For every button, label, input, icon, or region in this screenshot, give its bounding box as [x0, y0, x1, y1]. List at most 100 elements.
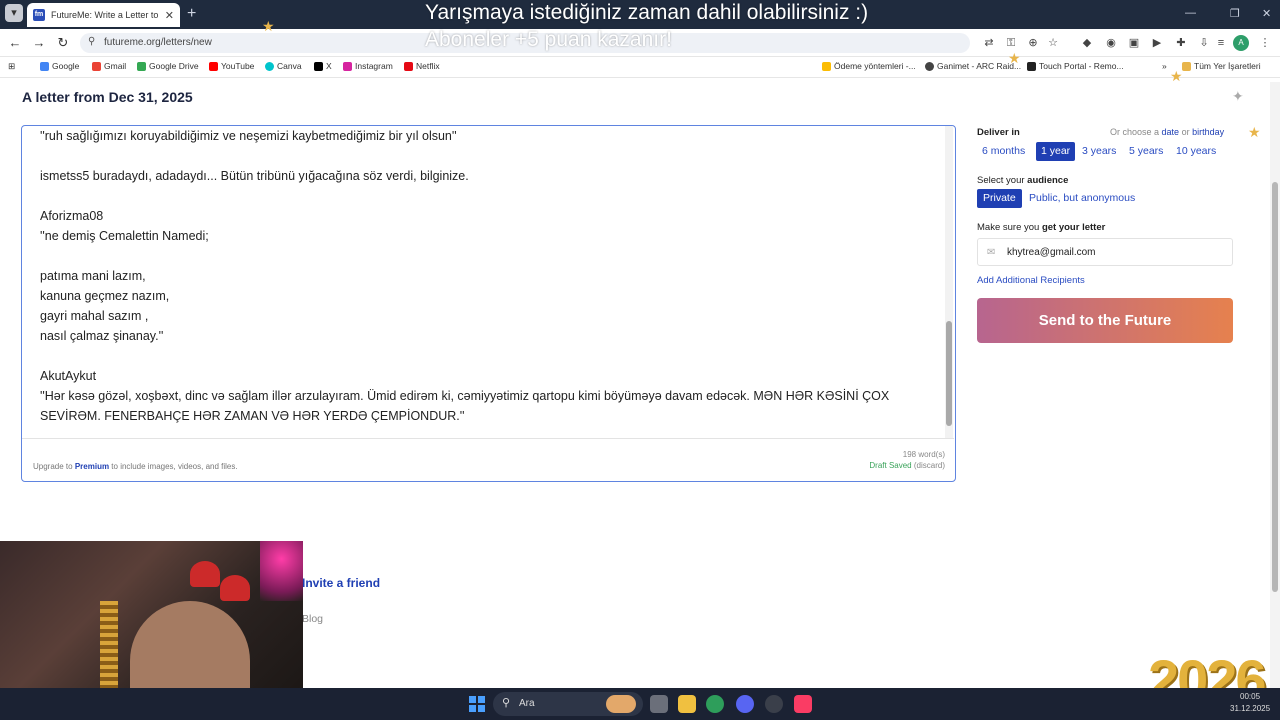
deliver-10-years[interactable]: 10 years	[1171, 142, 1221, 161]
clock-time[interactable]: 00:05	[1240, 692, 1260, 701]
bookmark-canva[interactable]: Canva	[265, 61, 302, 71]
tab-title: FutureMe: Write a Letter to the	[51, 10, 159, 20]
envelope-icon: ✉	[987, 247, 996, 258]
futureme-favicon-icon: fm	[33, 9, 45, 21]
extension-icon[interactable]: ▣	[1127, 36, 1141, 50]
bookmark-label: YouTube	[221, 61, 255, 71]
bookmark-label: Gmail	[104, 61, 127, 71]
bookmark-label: Instagram	[355, 61, 393, 71]
audience-label: Select your audience	[977, 175, 1069, 186]
bookmark-label: Google	[52, 61, 80, 71]
or-choose-prefix: Or choose a	[1110, 127, 1160, 137]
bookmark-google[interactable]: Google	[40, 61, 79, 71]
star-decoration-icon: ★	[1008, 50, 1021, 66]
taskbar: ⚲ Ara	[0, 688, 1280, 720]
zoom-icon[interactable]: ⊕	[1026, 36, 1040, 50]
steam-icon[interactable]	[765, 695, 783, 713]
choose-birthday-link[interactable]: birthday	[1192, 127, 1224, 137]
extension-icon[interactable]: ◆	[1080, 36, 1094, 50]
page-scrollbar-thumb[interactable]	[1272, 182, 1278, 592]
bookmark-gmail[interactable]: Gmail	[92, 61, 126, 71]
bookmark-label: Ödeme yöntemleri -...	[834, 61, 916, 71]
letter-textarea[interactable]: ''ruh sağlığımızı koruyabildiğimiz ve ne…	[40, 126, 940, 426]
file-explorer-icon[interactable]	[678, 695, 696, 713]
site-info-icon[interactable]: ⚲	[88, 36, 95, 47]
editor-divider	[22, 438, 954, 439]
invite-friend-link[interactable]: Invite a friend	[302, 576, 380, 590]
bookmark-touch-portal[interactable]: Touch Portal - Remo...	[1027, 61, 1124, 71]
url-text[interactable]: futureme.org/letters/new	[104, 37, 212, 48]
tab-search-icon[interactable]: ▾	[5, 4, 23, 22]
add-recipients-link[interactable]: Add Additional Recipients	[977, 275, 1085, 286]
bookmark-x[interactable]: X	[314, 61, 332, 71]
bookmark-star-icon[interactable]: ☆	[1046, 36, 1060, 50]
santa-hat-icon	[190, 561, 220, 587]
forward-icon[interactable]: →	[30, 34, 48, 52]
reload-icon[interactable]: ↻	[54, 34, 72, 52]
editor-scrollbar[interactable]	[945, 126, 953, 438]
password-key-icon[interactable]: ⚿	[1004, 36, 1018, 50]
more-bookmarks-icon[interactable]: »	[1162, 61, 1167, 71]
discord-icon[interactable]	[736, 695, 754, 713]
deliver-3-years[interactable]: 3 years	[1077, 142, 1121, 161]
minimize-icon[interactable]: —	[1185, 7, 1196, 19]
letter-editor[interactable]: ''ruh sağlığımızı koruyabildiğimiz ve ne…	[21, 125, 956, 482]
music-icon[interactable]	[794, 695, 812, 713]
task-view-icon[interactable]	[650, 695, 668, 713]
close-window-icon[interactable]: ✕	[1262, 7, 1271, 20]
extension-icon[interactable]: ◉	[1104, 36, 1118, 50]
choose-date-link[interactable]: date	[1162, 127, 1180, 137]
chrome-icon[interactable]	[706, 695, 724, 713]
menu-lines-icon[interactable]: ≡	[1214, 36, 1228, 50]
email-label: Make sure you get your letter	[977, 222, 1106, 233]
draft-saved-label: Draft Saved	[869, 461, 912, 470]
email-field[interactable]: ✉ khytrea@gmail.com	[977, 238, 1233, 266]
windows-start-icon[interactable]	[469, 696, 485, 712]
tab-futureme[interactable]: fm FutureMe: Write a Letter to the ✕	[27, 3, 180, 27]
email-value[interactable]: khytrea@gmail.com	[1007, 247, 1096, 258]
or-choose-or: or	[1181, 127, 1190, 137]
new-tab-icon[interactable]: +	[187, 5, 196, 23]
puzzle-icon[interactable]: ✚	[1174, 36, 1188, 50]
bookmark-instagram[interactable]: Instagram	[343, 61, 393, 71]
audience-public-anonymous[interactable]: Public, but anonymous	[1023, 189, 1141, 208]
discard-link[interactable]: (discard)	[914, 461, 945, 470]
translate-icon[interactable]: ⇄	[982, 36, 996, 50]
downloads-icon[interactable]: ⇩	[1197, 36, 1211, 50]
editor-scrollbar-thumb[interactable]	[946, 321, 952, 426]
profile-avatar[interactable]: A	[1233, 35, 1249, 51]
or-choose-text: Or choose a date or birthday	[1110, 127, 1224, 137]
bookmark-google-drive[interactable]: Google Drive	[137, 61, 199, 71]
back-icon[interactable]: ←	[6, 34, 24, 52]
webcam-overlay	[0, 541, 303, 711]
deliver-6-months[interactable]: 6 months	[977, 142, 1030, 161]
audience-private[interactable]: Private	[977, 189, 1022, 208]
kebab-menu-icon[interactable]: ⋮	[1258, 36, 1272, 50]
santa-hat-icon	[220, 575, 250, 601]
bookmark-label: Tüm Yer İşaretleri	[1194, 61, 1261, 71]
deliver-5-years[interactable]: 5 years	[1124, 142, 1168, 161]
bookmark-ganimet[interactable]: Ganimet - ARC Raid...	[925, 61, 1021, 71]
restore-icon[interactable]: ❐	[1230, 7, 1240, 20]
bookmark-youtube[interactable]: YouTube	[209, 61, 254, 71]
gmail-icon	[92, 61, 101, 71]
premium-link[interactable]: Premium	[75, 462, 109, 471]
apps-grid-icon[interactable]: ⊞	[8, 61, 15, 72]
close-icon[interactable]: ✕	[165, 9, 174, 22]
all-bookmarks[interactable]: Tüm Yer İşaretleri	[1182, 61, 1261, 71]
search-highlight-icon[interactable]	[606, 695, 636, 713]
blog-link[interactable]: Blog	[302, 613, 323, 625]
deliver-1-year[interactable]: 1 year	[1036, 142, 1076, 161]
bookmark-netflix[interactable]: Netflix	[404, 61, 440, 71]
sparkle-decoration-icon: ✦	[1232, 88, 1244, 104]
google-icon	[40, 61, 49, 71]
send-to-future-button[interactable]: Send to the Future	[977, 298, 1233, 343]
page-scrollbar[interactable]	[1270, 82, 1280, 688]
bookmark-odeme[interactable]: Ödeme yöntemleri -...	[822, 61, 916, 71]
draft-status: Draft Saved (discard)	[869, 461, 945, 470]
ganimet-icon	[925, 61, 934, 71]
clock-date[interactable]: 31.12.2025	[1230, 704, 1270, 713]
star-decoration-icon: ★	[1170, 68, 1183, 84]
media-play-icon[interactable]: ▶	[1150, 36, 1164, 50]
stream-banner-line1: Yarışmaya istediğiniz zaman dahil olabil…	[425, 1, 869, 24]
